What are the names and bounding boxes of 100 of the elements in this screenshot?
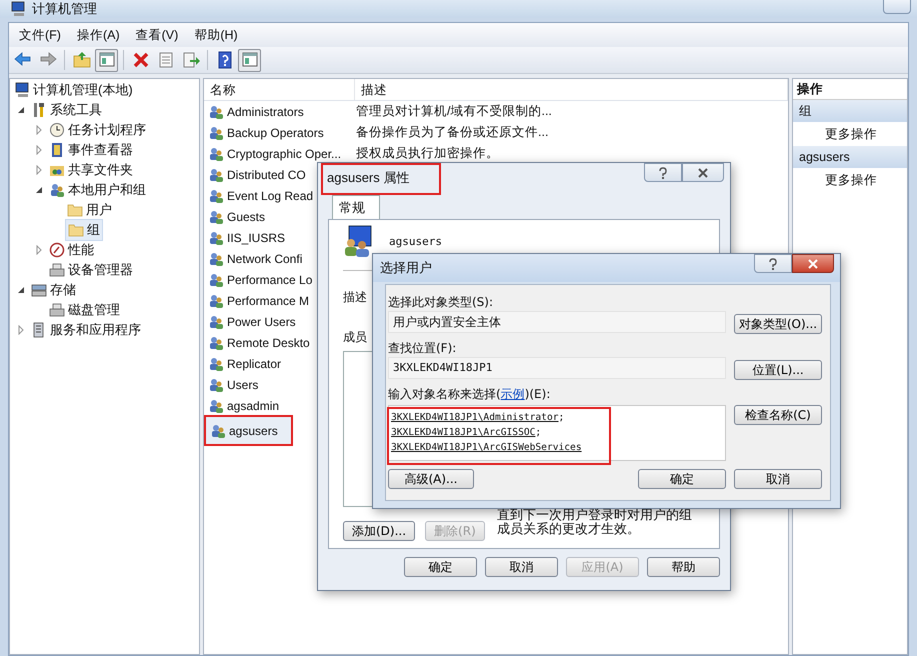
window-title: 计算机管理 [32,0,97,18]
users-icon [208,188,224,204]
list-item[interactable]: Replicator [204,353,351,374]
tree-item[interactable]: 组 [65,219,103,241]
object-name[interactable]: 3KXLEKD4WI18JP1\ArcGISSOC; [391,425,609,440]
table-cell-text: 管理员对计算机/域有不受限制的... [355,103,552,120]
list-item[interactable]: Power Users [204,311,351,332]
expand-icon[interactable] [34,125,44,135]
minimize-button[interactable] [883,0,911,14]
folder-icon [68,222,84,238]
users-icon [208,292,224,308]
expand-icon[interactable] [34,165,44,175]
users-icon [208,272,224,288]
field-label: 选择此对象类型(S): [388,294,494,311]
users-icon [208,146,224,162]
list-item[interactable]: agsusers [204,415,293,446]
help-button[interactable] [644,163,682,182]
close-button[interactable] [682,163,724,182]
list-item[interactable]: Administrators [204,101,351,122]
list-item[interactable]: Users [204,374,351,395]
dialog-button[interactable]: 取消 [485,557,558,577]
tree-item[interactable]: 事件查看器 [47,140,135,160]
list-item[interactable]: Network Confi [204,248,351,269]
menu-item[interactable]: 文件(F) [11,24,69,46]
list-item[interactable]: Cryptographic Oper... [204,143,351,164]
menu-item[interactable]: 操作(A) [68,24,128,46]
users-icon [208,314,224,330]
list-item[interactable]: Performance Lo [204,269,351,290]
tree-item[interactable]: 用户 [65,200,114,220]
close-icon [698,168,708,178]
expand-icon[interactable] [34,145,44,155]
collapse-icon[interactable] [34,185,44,195]
dialog-button[interactable]: 位置(L)... [734,360,822,380]
tree-item[interactable]: 计算机管理(本地) [12,80,135,100]
computer-icon [10,1,26,17]
device-icon [49,262,65,278]
table-cell-text: 备份操作员为了备份或还原文件... [355,124,548,141]
clock-icon [49,122,65,138]
tab[interactable]: 常规 [332,195,380,219]
dialog-button[interactable]: 取消 [734,469,822,489]
users-icon [208,334,224,350]
table-cell-text: 授权成员执行加密操作。 [355,145,499,162]
dialog-button[interactable]: 帮助 [647,557,720,577]
tree-item[interactable]: 性能 [47,240,96,260]
users-icon [208,166,224,182]
dialog-button[interactable]: 确定 [638,469,726,489]
close-button[interactable] [792,254,834,273]
dialog-button[interactable]: 对象类型(O)... [734,314,822,334]
group-name: agsusers [389,234,442,248]
users-icon [208,208,224,224]
list-item[interactable]: Backup Operators [204,122,351,143]
list-item[interactable]: agsadmin [204,395,351,416]
menu-item[interactable]: 帮助(H) [186,24,246,46]
users-icon [208,356,224,372]
note-text: 成员关系的更改才生效。 [496,523,641,537]
collapse-icon[interactable] [16,285,26,295]
section-header[interactable]: 组 [793,100,907,122]
help-button[interactable] [754,254,792,273]
dialog-button[interactable]: 确定 [404,557,477,577]
section-header[interactable]: agsusers [793,146,907,168]
users-icon [208,398,224,414]
dialog-button[interactable]: 添加(D)... [343,521,416,541]
tree-item[interactable]: 共享文件夹 [47,160,135,180]
book-icon [49,142,65,158]
tree-item[interactable]: 设备管理器 [47,260,135,280]
tree-item[interactable]: 任务计划程序 [47,120,148,140]
dialog-button[interactable]: 高级(A)... [388,469,474,489]
question-icon [658,166,668,178]
tree-item[interactable]: 服务和应用程序 [29,320,143,340]
example-link[interactable]: 示例 [500,387,525,401]
device-icon [49,302,65,318]
users-icon [49,182,65,198]
object-name[interactable]: 3KXLEKD4WI18JP1\ArcGISWebServices [391,440,609,455]
users-icon [208,124,224,140]
menu-item[interactable]: 查看(V) [128,24,186,46]
users-icon [210,422,226,438]
computer-icon [14,82,30,98]
tree-item[interactable]: 本地用户和组 [47,180,148,200]
object-name[interactable]: 3KXLEKD4WI18JP1\Administrator; [391,410,609,425]
action-link[interactable]: 更多操作 [793,122,907,146]
column-header[interactable]: 名称 [204,79,355,100]
dialog-button[interactable]: 检查名称(C) [734,405,822,425]
tree-item[interactable]: 存储 [29,280,78,300]
expand-icon[interactable] [34,245,44,255]
note-text: 直到下一次用户登录时对用户的组 [496,509,692,523]
users-icon [208,250,224,266]
toolbar-button[interactable] [95,48,118,72]
collapse-icon[interactable] [16,105,26,115]
field-label: 输入对象名称来选择(示例)(E): [388,386,552,403]
field-label: 查找位置(F): [388,340,458,357]
column-header[interactable]: 描述 [355,79,788,100]
folder-up-icon [72,50,92,70]
users-icon [208,104,224,120]
expand-icon[interactable] [16,325,26,335]
tree-item[interactable]: 磁盘管理 [47,300,122,320]
list-item[interactable]: IIS_IUSRS [204,227,351,248]
tree-item[interactable]: 系统工具 [29,100,104,120]
toolbar-button[interactable] [238,48,261,72]
question-icon [768,258,778,270]
action-link[interactable]: 更多操作 [793,168,907,192]
